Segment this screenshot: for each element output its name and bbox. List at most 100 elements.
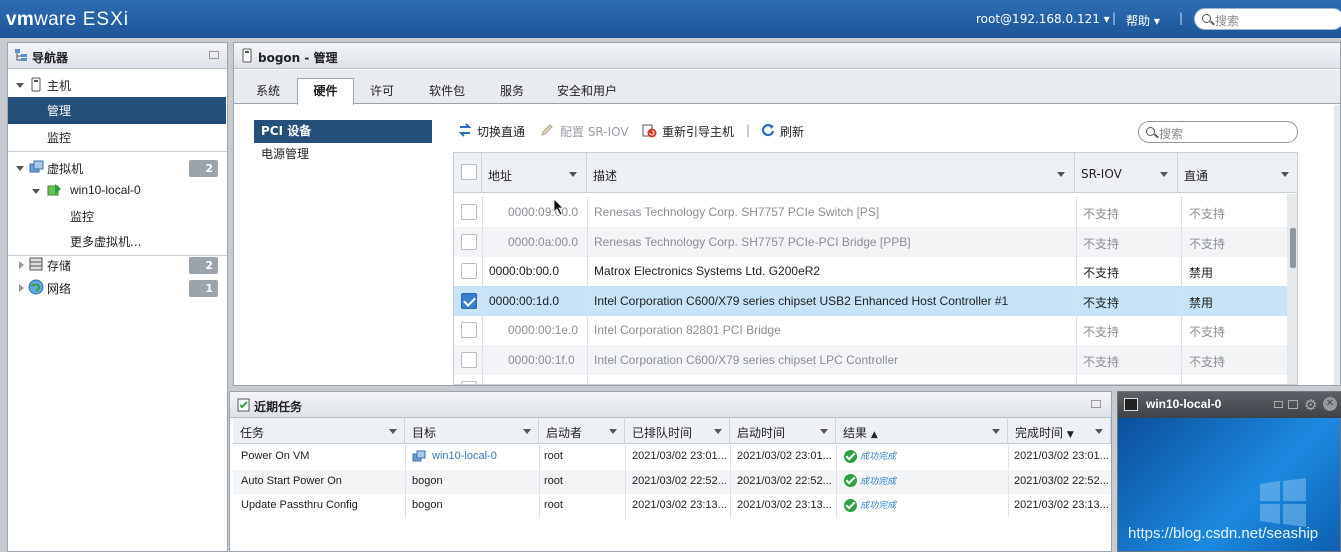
main-scrollbar[interactable]	[1334, 105, 1340, 385]
nav-host[interactable]: 主机	[8, 73, 226, 97]
gear-icon[interactable]: ⚙	[1304, 396, 1317, 414]
select-all-checkbox[interactable]	[461, 164, 477, 180]
task-row[interactable]: Update Passthru Config bogon root 2021/03/0…	[233, 494, 1111, 518]
row-checkbox[interactable]	[461, 292, 477, 309]
cell-target: bogon	[412, 499, 443, 511]
col-result[interactable]: 结果 ▲	[836, 418, 1008, 444]
nav-storage[interactable]: 存储 2	[8, 253, 226, 277]
expand-icon[interactable]	[32, 189, 40, 194]
col-completed[interactable]: 完成时间 ▼	[1008, 418, 1111, 444]
col-queued[interactable]: 已排队时间	[625, 418, 730, 444]
row-checkbox[interactable]	[461, 322, 477, 338]
pci-search-input[interactable]: 搜索	[1138, 121, 1298, 143]
tab-hardware[interactable]: 硬件	[297, 78, 354, 105]
cell-passthrough: 禁用	[1189, 266, 1214, 280]
row-checkbox[interactable]	[461, 233, 477, 250]
tab-system[interactable]: 系统	[248, 79, 288, 104]
nav-more-vms[interactable]: 更多虚拟机...	[8, 228, 226, 252]
table-row[interactable]: 0000:0b:00.0 Matrox Electronics Systems L…	[454, 256, 1287, 286]
reboot-host-icon	[642, 124, 657, 138]
cell-queued: 2021/03/02 23:01...	[632, 450, 727, 462]
nav-manage[interactable]: 管理	[8, 97, 226, 124]
nav-vm-monitor[interactable]: 监控	[8, 203, 226, 227]
table-row[interactable]: 0000:00:1e.0 Intel Corporation 82801 PCI …	[454, 315, 1287, 345]
host-icon	[242, 48, 252, 63]
help-menu[interactable]: 帮助 ▾	[1126, 12, 1160, 29]
minimize-icon[interactable]	[1274, 401, 1283, 408]
table-row[interactable]: 0000:00:1f.0 Intel Corporation C600/X79 s…	[454, 344, 1287, 375]
table-row[interactable]: 0000:0a:00.0 Renesas Technology Corp. SH7…	[454, 226, 1287, 257]
navigator-panel: 导航器 主机 管理 监控 虚拟机 2 win10-local-0 监控 更多虚拟…	[7, 42, 228, 552]
col-initiator[interactable]: 启动者	[539, 418, 625, 444]
top-bar: vmware ESXi root@192.168.0.121 ▾ | 帮助 ▾ …	[0, 0, 1341, 38]
nav-vm-label: win10-local-0	[70, 183, 141, 197]
cell-address: 0000:00:1d.0	[489, 293, 560, 308]
collapsed-icon[interactable]	[19, 284, 24, 292]
table-row[interactable]: 0000:09:00.0 Renesas Technology Corp. SH7…	[454, 197, 1287, 227]
global-search-input[interactable]: 搜索	[1194, 8, 1341, 30]
maximize-icon[interactable]	[1288, 400, 1298, 409]
vm-icon	[29, 160, 44, 173]
page-title: bogon - 管理	[258, 51, 338, 65]
vmware-esxi-logo: vmware ESXi	[6, 9, 129, 30]
nav-vms[interactable]: 虚拟机 2	[8, 156, 226, 180]
nav-network-label: 网络	[47, 282, 72, 296]
col-address[interactable]: 地址	[482, 153, 587, 193]
toolbar-separator: |	[746, 123, 751, 137]
tab-services[interactable]: 服务	[492, 79, 532, 104]
console-icon	[1124, 398, 1138, 411]
cell-sriov: 不支持	[1083, 325, 1120, 339]
cell-task: Power On VM	[241, 450, 310, 462]
grid-scrollbar[interactable]	[1287, 194, 1297, 384]
vm-icon	[412, 450, 426, 462]
task-row[interactable]: Auto Start Power On bogon root 2021/03/02 2…	[233, 469, 1111, 494]
close-icon[interactable]: ✕	[1323, 397, 1337, 411]
expand-icon[interactable]	[16, 83, 24, 88]
cell-started: 2021/03/02 22:52...	[737, 474, 832, 487]
col-task[interactable]: 任务	[233, 418, 405, 444]
row-checkbox[interactable]	[461, 204, 477, 220]
grid-scroll-thumb[interactable]	[1290, 228, 1296, 268]
vm-console-panel[interactable]: win10-local-0 ⚙ ✕ https://blog.csdn.net/…	[1117, 391, 1341, 552]
col-description[interactable]: 描述	[587, 153, 1075, 193]
cell-task: Auto Start Power On	[241, 474, 342, 487]
subnav-power-management[interactable]: 电源管理	[254, 143, 432, 166]
cell-target[interactable]: win10-local-0	[432, 450, 497, 462]
task-row[interactable]: Power On VM win10-local-0 root 2021/03/02 2…	[233, 445, 1111, 469]
separator: |	[1112, 11, 1117, 25]
cell-sriov: 不支持	[1083, 207, 1120, 221]
storage-icon	[29, 257, 43, 271]
row-checkbox[interactable]	[461, 263, 477, 279]
table-row[interactable]: 0000:00:1f.2 Intel Corporation Patsburg 6…	[454, 374, 1287, 384]
pci-device-grid: 地址 描述 SR-IOV 直通 0000:09:00.0 Renesas Tech…	[453, 152, 1298, 385]
row-checkbox[interactable]	[461, 351, 477, 368]
minimize-icon[interactable]	[209, 51, 219, 59]
table-row[interactable]: 0000:00:1d.0 Intel Corporation C600/X79 s…	[454, 285, 1287, 316]
cell-address: 0000:0a:00.0	[508, 234, 579, 249]
user-menu[interactable]: root@192.168.0.121 ▾	[976, 12, 1110, 26]
cell-queued: 2021/03/02 22:52...	[632, 474, 727, 487]
col-target[interactable]: 目标	[405, 418, 539, 444]
cell-started: 2021/03/02 23:01...	[737, 450, 832, 462]
cell-description: Intel Corporation C600/X79 series chipse…	[594, 293, 1009, 308]
cell-address: 0000:0b:00.0	[489, 264, 560, 278]
col-passthrough[interactable]: 直通	[1178, 153, 1297, 193]
tab-packages[interactable]: 软件包	[422, 79, 472, 104]
tab-licensing[interactable]: 许可	[362, 79, 402, 104]
tab-security-users[interactable]: 安全和用户	[552, 79, 622, 104]
cell-result: 成功完成	[844, 449, 896, 463]
network-globe-icon	[28, 279, 44, 295]
nav-monitor[interactable]: 监控	[8, 123, 226, 147]
nav-vm-win10[interactable]: win10-local-0	[8, 179, 226, 203]
minimize-icon[interactable]	[1091, 400, 1101, 408]
cell-sriov: 不支持	[1083, 236, 1120, 251]
col-sriov[interactable]: SR-IOV	[1075, 153, 1178, 193]
col-started[interactable]: 启动时间	[730, 418, 836, 444]
collapsed-icon[interactable]	[19, 261, 24, 269]
expand-icon[interactable]	[16, 166, 24, 171]
row-checkbox[interactable]	[461, 381, 477, 384]
subnav-pci-devices[interactable]: PCI 设备	[254, 120, 432, 143]
nav-network[interactable]: 网络 1	[8, 276, 226, 300]
pencil-icon	[541, 124, 553, 136]
cell-initiator: root	[544, 474, 563, 487]
